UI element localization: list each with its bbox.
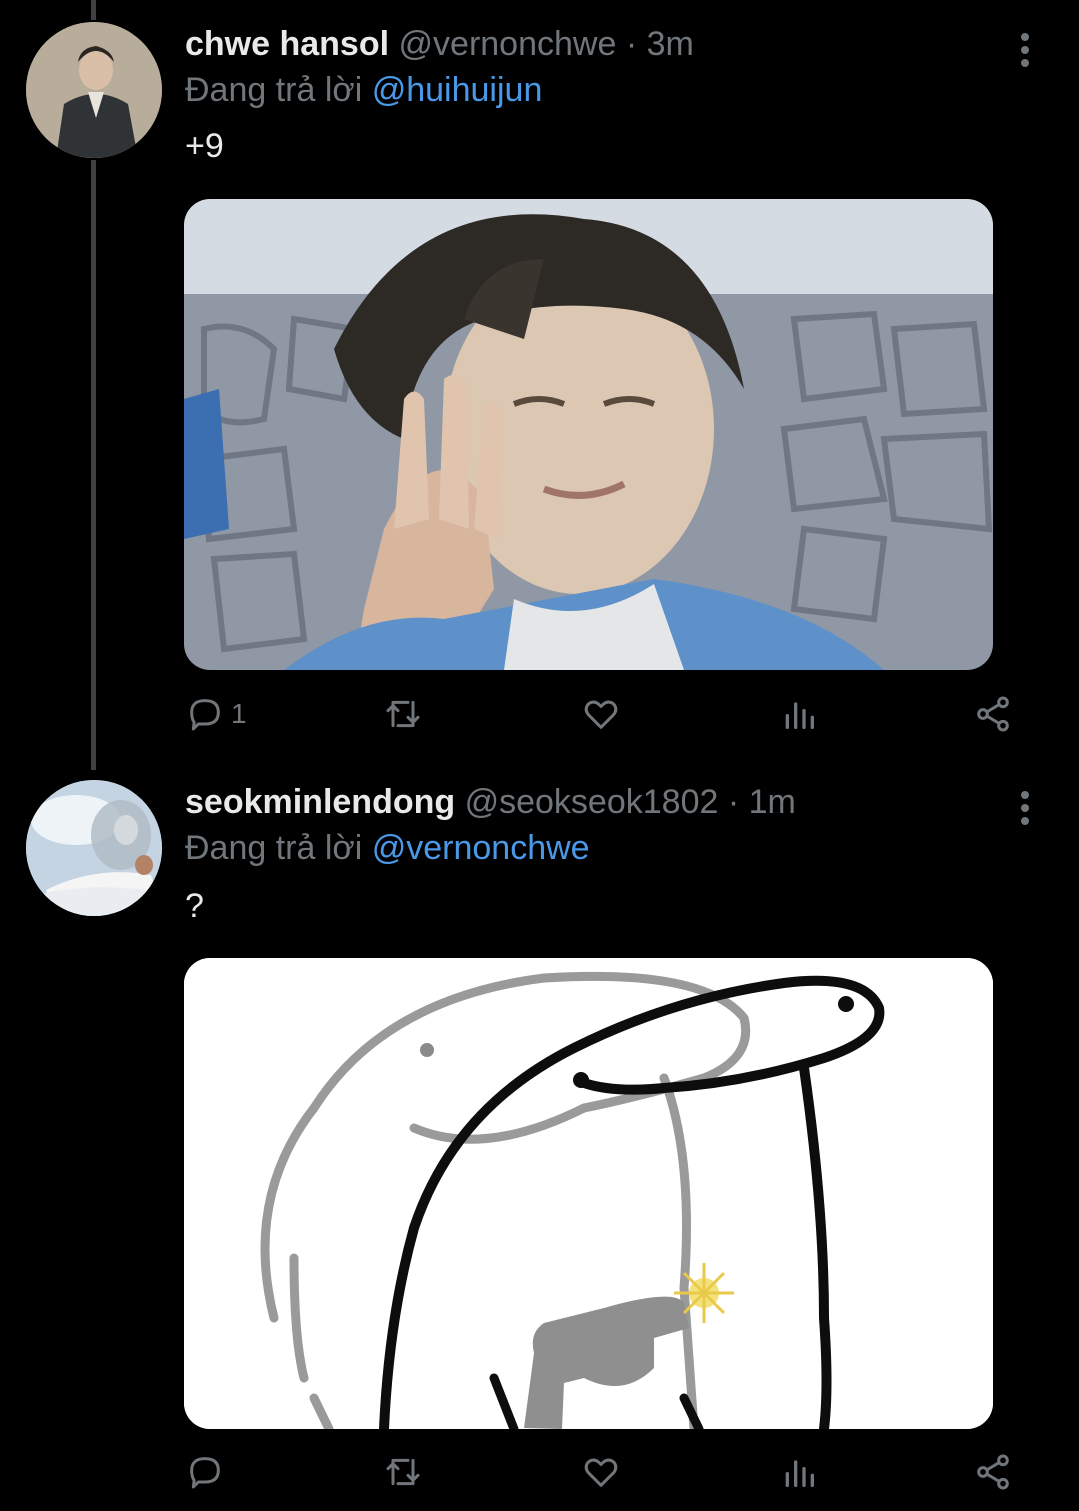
reply-icon: [190, 1457, 220, 1489]
tweet[interactable]: chwe hansol @vernonchwe · 3m Đang trả lờ…: [0, 22, 1079, 752]
timestamp[interactable]: 3m: [647, 25, 694, 63]
reply-button[interactable]: [185, 1450, 231, 1494]
reply-button[interactable]: 1: [185, 692, 247, 736]
share-icon: [977, 696, 1009, 732]
tweet-text: ?: [185, 887, 204, 925]
tweet-header: seokminlendong @seokseok1802 · 1m: [185, 780, 796, 824]
more-vertical-icon[interactable]: [1010, 786, 1040, 830]
reply-count: 1: [231, 698, 247, 729]
heart-icon: [584, 700, 618, 729]
tweet-actions: 1: [185, 692, 1015, 736]
tweet-header: chwe hansol @vernonchwe · 3m: [185, 22, 694, 66]
tweet-photo[interactable]: [184, 958, 993, 1429]
reply-context: Đang trả lời @vernonchwe: [185, 826, 590, 870]
like-button[interactable]: [581, 692, 621, 736]
thread-line: [91, 0, 96, 20]
views-icon: [785, 1460, 814, 1487]
share-icon: [977, 1454, 1009, 1490]
share-button[interactable]: [973, 1450, 1013, 1494]
user-handle[interactable]: @seokseok1802: [465, 783, 719, 821]
retweet-button[interactable]: [383, 1450, 423, 1494]
reply-mention[interactable]: @vernonchwe: [372, 829, 590, 867]
reply-prefix: Đang trả lời: [185, 71, 363, 109]
tweet-text: +9: [185, 127, 224, 165]
user-handle[interactable]: @vernonchwe: [399, 25, 617, 63]
views-button[interactable]: [779, 692, 819, 736]
heart-icon: [584, 1458, 618, 1487]
retweet-icon: [386, 700, 420, 728]
separator: ·: [727, 783, 740, 821]
tweet[interactable]: seokminlendong @seokseok1802 · 1m Đang t…: [0, 780, 1079, 1511]
reply-icon: [190, 699, 220, 731]
avatar[interactable]: [26, 780, 162, 916]
reply-mention[interactable]: @huihuijun: [372, 71, 543, 109]
retweet-icon: [386, 1458, 420, 1486]
avatar[interactable]: [26, 22, 162, 158]
views-button[interactable]: [779, 1450, 819, 1494]
reply-context: Đang trả lời @huihuijun: [185, 68, 542, 112]
views-icon: [785, 702, 814, 729]
display-name[interactable]: seokminlendong: [185, 783, 455, 821]
timestamp[interactable]: 1m: [749, 783, 796, 821]
more-vertical-icon[interactable]: [1010, 28, 1040, 72]
retweet-button[interactable]: [383, 692, 423, 736]
tweet-photo[interactable]: [184, 199, 993, 670]
share-button[interactable]: [973, 692, 1013, 736]
display-name[interactable]: chwe hansol: [185, 25, 389, 63]
tweet-actions: [185, 1450, 1015, 1494]
like-button[interactable]: [581, 1450, 621, 1494]
separator: ·: [625, 25, 638, 63]
reply-prefix: Đang trả lời: [185, 829, 363, 867]
